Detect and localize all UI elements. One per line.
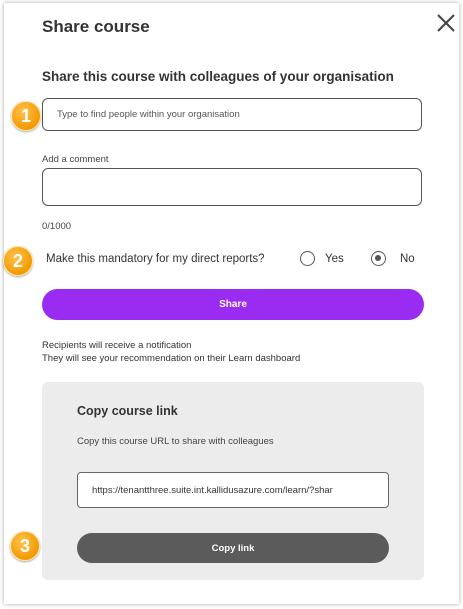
- mandatory-yes-radio[interactable]: [300, 251, 315, 266]
- copy-link-title: Copy course link: [77, 404, 178, 418]
- radio-selected-dot: [375, 255, 381, 261]
- copy-link-panel: Copy course link Copy this course URL to…: [42, 382, 424, 580]
- character-counter: 0/1000: [42, 221, 72, 232]
- people-search-input[interactable]: [42, 98, 422, 131]
- share-course-dialog: Share course Share this course with coll…: [4, 3, 459, 604]
- dialog-title: Share course: [42, 17, 150, 36]
- mandatory-no-radio[interactable]: [371, 251, 386, 266]
- dialog-subtitle: Share this course with colleagues of you…: [42, 69, 394, 84]
- dashboard-note: They will see your recommendation on the…: [42, 353, 301, 364]
- step-marker-1: 1: [11, 101, 41, 131]
- course-url-field[interactable]: [77, 472, 389, 508]
- copy-link-description: Copy this course URL to share with colle…: [77, 436, 274, 447]
- mandatory-question: Make this mandatory for my direct report…: [46, 253, 265, 265]
- copy-link-button[interactable]: Copy link: [77, 533, 389, 563]
- mandatory-yes-label: Yes: [325, 253, 344, 265]
- comment-field[interactable]: [42, 168, 422, 206]
- comment-label: Add a comment: [42, 154, 109, 165]
- step-marker-3: 3: [10, 531, 40, 561]
- notification-note: Recipients will receive a notification: [42, 340, 192, 351]
- mandatory-no-label: No: [400, 253, 415, 265]
- step-marker-2: 2: [3, 246, 33, 276]
- close-icon[interactable]: [435, 12, 457, 34]
- share-button[interactable]: Share: [42, 289, 424, 320]
